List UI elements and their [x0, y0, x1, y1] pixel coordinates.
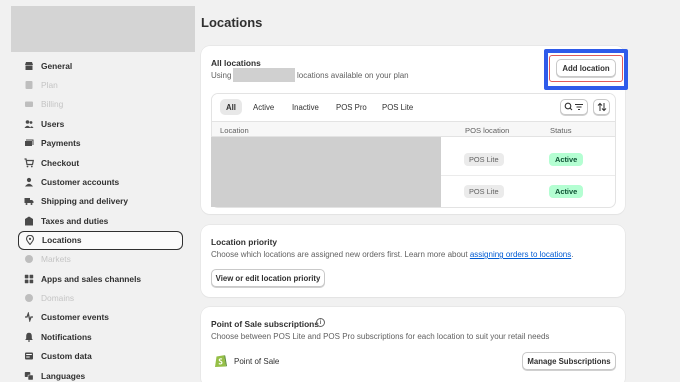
tab-all[interactable]: All: [220, 99, 242, 115]
tab-pos-pro[interactable]: POS Pro: [330, 99, 373, 115]
sidebar-item-domains[interactable]: Domains: [18, 288, 183, 307]
sidebar-item-general[interactable]: General: [18, 56, 183, 75]
settings-sidebar: General Plan Billing Users Payments Chec…: [0, 0, 195, 382]
pos-subscriptions-title: Point of Sale subscriptions: [211, 319, 319, 329]
sidebar-item-label: Customer events: [41, 312, 109, 323]
bell-icon: [23, 331, 34, 342]
truck-icon: [23, 196, 34, 207]
add-location-button[interactable]: Add location: [556, 59, 616, 77]
sidebar-item-label: Languages: [41, 370, 86, 381]
store-icon: [23, 60, 34, 71]
sidebar-item-label: Locations: [42, 235, 82, 246]
globe-icon: [23, 254, 34, 265]
pos-subscriptions-desc: Choose between POS Lite and POS Pro subs…: [211, 332, 550, 341]
sidebar-item-apps[interactable]: Apps and sales channels: [18, 269, 183, 288]
sidebar-item-label: Domains: [41, 292, 75, 303]
globe-icon: [23, 292, 34, 303]
view-edit-priority-button[interactable]: View or edit location priority: [211, 269, 325, 287]
sidebar-item-checkout[interactable]: Checkout: [18, 153, 183, 172]
sidebar-item-locations[interactable]: Locations: [18, 230, 183, 250]
sidebar-item-label: Payments: [41, 138, 81, 149]
sidebar-item-markets[interactable]: Markets: [18, 250, 183, 269]
page-title: Locations: [201, 15, 263, 30]
all-locations-title: All locations: [211, 58, 261, 68]
sidebar-item-label: Billing: [41, 99, 64, 110]
sidebar-item-billing[interactable]: Billing: [18, 95, 183, 114]
pos-subscriptions-card: Point of Sale subscriptions Choose betwe…: [201, 307, 625, 382]
sidebar-item-label: Notifications: [41, 331, 92, 342]
col-location: Location: [220, 126, 249, 135]
sidebar-item-custom-data[interactable]: Custom data: [18, 346, 183, 365]
person-icon: [23, 177, 34, 188]
language-icon: [23, 370, 34, 381]
sidebar-item-plan[interactable]: Plan: [18, 75, 183, 94]
table-header: Location POS location Status: [212, 121, 615, 137]
info-icon[interactable]: i: [316, 318, 325, 327]
tab-active[interactable]: Active: [247, 99, 280, 115]
sidebar-item-label: Custom data: [41, 351, 92, 362]
sidebar-item-label: Apps and sales channels: [41, 273, 142, 284]
sort-button[interactable]: [593, 99, 610, 115]
cart-icon: [23, 157, 34, 168]
sidebar-item-label: Checkout: [41, 157, 80, 168]
sidebar-item-customer-events[interactable]: Customer events: [18, 308, 183, 327]
sidebar-item-taxes[interactable]: Taxes and duties: [18, 211, 183, 230]
status-badge: Active: [549, 153, 584, 166]
location-names-redacted: [211, 137, 441, 207]
location-icon: [24, 235, 35, 246]
location-priority-card: Location priority Choose which locations…: [201, 225, 625, 297]
sidebar-item-label: Users: [41, 118, 65, 129]
tab-pos-lite[interactable]: POS Lite: [376, 99, 419, 115]
sidebar-item-label: Taxes and duties: [41, 215, 109, 226]
sidebar-item-label: General: [41, 60, 73, 71]
store-info-redacted: [11, 6, 195, 52]
location-priority-title: Location priority: [211, 237, 278, 247]
col-status: Status: [550, 126, 572, 135]
sidebar-item-label: Markets: [41, 254, 71, 265]
sidebar-item-payments[interactable]: Payments: [18, 134, 183, 153]
priority-desc-text: Choose which locations are assigned new …: [211, 250, 468, 259]
filter-tabs: All Active Inactive POS Pro POS Lite: [212, 94, 615, 120]
pos-badge: POS Lite: [464, 153, 504, 166]
events-icon: [23, 312, 34, 323]
location-priority-desc: Choose which locations are assigned new …: [211, 250, 573, 259]
shopify-pos-icon: [215, 355, 227, 367]
apps-icon: [23, 273, 34, 284]
locations-usage-suffix: locations available on your plan: [297, 71, 409, 80]
search-filter-button[interactable]: [560, 99, 588, 115]
sidebar-item-notifications[interactable]: Notifications: [18, 327, 183, 346]
manage-subscriptions-button[interactable]: Manage Subscriptions: [522, 352, 616, 370]
col-pos-location: POS location: [465, 126, 510, 135]
sidebar-item-languages[interactable]: Languages: [18, 366, 183, 382]
sidebar-item-label: Plan: [41, 80, 58, 91]
sort-icon: [597, 102, 606, 112]
sidebar-item-label: Shipping and delivery: [41, 196, 129, 207]
tab-inactive[interactable]: Inactive: [286, 99, 325, 115]
sidebar-item-label: Customer accounts: [41, 177, 120, 188]
search-filter-icon: [564, 102, 583, 111]
priority-desc-period: .: [571, 250, 574, 259]
sidebar-item-users[interactable]: Users: [18, 114, 183, 133]
point-of-sale-app-name: Point of Sale: [234, 357, 280, 366]
settings-nav: General Plan Billing Users Payments Chec…: [18, 56, 183, 382]
status-badge: Active: [549, 185, 584, 198]
locations-count-redacted: [233, 68, 295, 82]
tax-icon: [23, 215, 34, 226]
users-icon: [23, 118, 34, 129]
pos-badge: POS Lite: [464, 185, 504, 198]
plan-icon: [23, 80, 34, 91]
data-icon: [23, 351, 34, 362]
sidebar-item-customer-accounts[interactable]: Customer accounts: [18, 172, 183, 191]
payments-icon: [23, 138, 34, 149]
sidebar-item-shipping[interactable]: Shipping and delivery: [18, 192, 183, 211]
billing-icon: [23, 99, 34, 110]
assigning-orders-link[interactable]: assigning orders to locations: [470, 250, 571, 259]
locations-usage-prefix: Using: [211, 71, 232, 80]
